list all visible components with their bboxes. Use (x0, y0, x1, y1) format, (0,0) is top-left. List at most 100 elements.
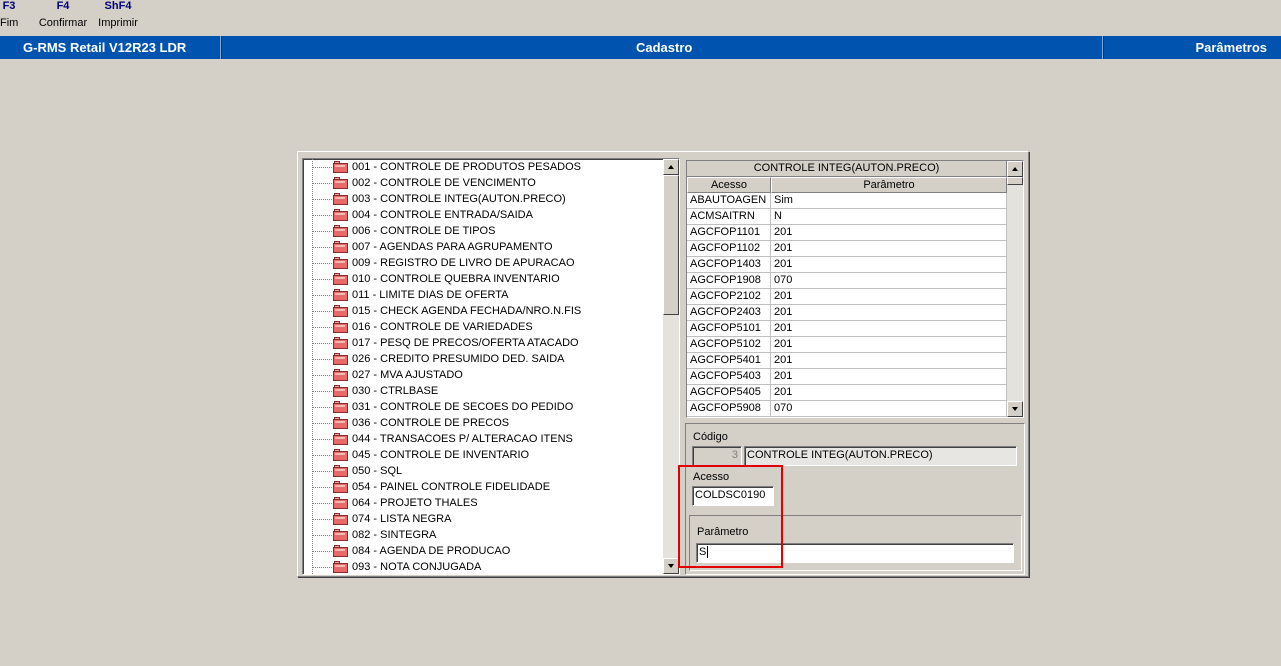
acesso-cell[interactable]: AGCFOP5101 (687, 321, 771, 337)
acesso-cell[interactable]: AGCFOP2102 (687, 289, 771, 305)
folder-icon (333, 161, 348, 173)
tree-item[interactable]: 030 - CTRLBASE (303, 383, 661, 399)
tree-item-label: 044 - TRANSACOES P/ ALTERACAO ITENS (352, 433, 573, 445)
parametro-cell[interactable]: 201 (771, 369, 1007, 385)
tree-item[interactable]: 084 - AGENDA DE PRODUCAO (303, 543, 661, 559)
acesso-cell[interactable]: AGCFOP1908 (687, 273, 771, 289)
parametro-cell[interactable]: 201 (771, 321, 1007, 337)
tree-item[interactable]: 002 - CONTROLE DE VENCIMENTO (303, 175, 661, 191)
tree-item-label: 050 - SQL (352, 465, 403, 477)
tree-item[interactable]: 044 - TRANSACOES P/ ALTERACAO ITENS (303, 431, 661, 447)
tree-item[interactable]: 074 - LISTA NEGRA (303, 511, 661, 527)
tree-item[interactable]: 016 - CONTROLE DE VARIEDADES (303, 319, 661, 335)
grid-row[interactable]: AGCFOP5403 201 (687, 369, 1007, 385)
acesso-cell[interactable]: AGCFOP1102 (687, 241, 771, 257)
acesso-cell[interactable]: ABAUTOAGEN (687, 193, 771, 209)
folder-icon (333, 529, 348, 541)
scroll-thumb[interactable] (663, 175, 679, 315)
parametro-cell[interactable]: 070 (771, 401, 1007, 417)
grid-row[interactable]: AGCFOP5101 201 (687, 321, 1007, 337)
parameter-tree[interactable]: 001 - CONTROLE DE PRODUTOS PESADOS 002 - … (302, 158, 680, 575)
scroll-down-button[interactable] (663, 558, 679, 574)
acesso-cell[interactable]: AGCFOP5908 (687, 401, 771, 417)
tree-item-label: 001 - CONTROLE DE PRODUTOS PESADOS (352, 161, 582, 173)
tree-item[interactable]: 009 - REGISTRO DE LIVRO DE APURACAO (303, 255, 661, 271)
tree-item-label: 064 - PROJETO THALES (352, 497, 478, 509)
shf4-key-action: Imprimir (98, 17, 138, 29)
tree-item[interactable]: 015 - CHECK AGENDA FECHADA/NRO.N.FIS (303, 303, 661, 319)
folder-icon (333, 321, 348, 333)
tree-item[interactable]: 027 - MVA AJUSTADO (303, 367, 661, 383)
parametro-cell[interactable]: 201 (771, 225, 1007, 241)
shf4-imprimir-key[interactable]: ShF4 Imprimir (96, 0, 140, 30)
scroll-down-button[interactable] (1007, 401, 1023, 417)
tree-item[interactable]: 031 - CONTROLE DE SECOES DO PEDIDO (303, 399, 661, 415)
grid-row[interactable]: ACMSAITRN N (687, 209, 1007, 225)
grid-scrollbar[interactable] (1007, 161, 1023, 417)
parametro-cell[interactable]: 201 (771, 257, 1007, 273)
acesso-cell[interactable]: ACMSAITRN (687, 209, 771, 225)
acesso-cell[interactable]: AGCFOP5401 (687, 353, 771, 369)
column-header-parametro[interactable]: Parâmetro (771, 177, 1007, 193)
tree-item[interactable]: 017 - PESQ DE PRECOS/OFERTA ATACADO (303, 335, 661, 351)
scroll-thumb[interactable] (1007, 177, 1023, 185)
folder-icon (333, 513, 348, 525)
tree-item[interactable]: 054 - PAINEL CONTROLE FIDELIDADE (303, 479, 661, 495)
grid-row[interactable]: AGCFOP1102 201 (687, 241, 1007, 257)
tree-item[interactable]: 010 - CONTROLE QUEBRA INVENTARIO (303, 271, 661, 287)
scroll-up-button[interactable] (663, 159, 679, 175)
acesso-cell[interactable]: AGCFOP2403 (687, 305, 771, 321)
folder-icon (333, 241, 348, 253)
grid-row[interactable]: AGCFOP1908 070 (687, 273, 1007, 289)
parametro-cell[interactable]: 201 (771, 385, 1007, 401)
acesso-cell[interactable]: AGCFOP1403 (687, 257, 771, 273)
grid-row[interactable]: AGCFOP5401 201 (687, 353, 1007, 369)
tree-item[interactable]: 093 - NOTA CONJUGADA (303, 559, 661, 574)
f3-fim-key[interactable]: F3 Fim (0, 0, 18, 30)
grid-row[interactable]: AGCFOP1101 201 (687, 225, 1007, 241)
grid-row[interactable]: AGCFOP5908 070 (687, 401, 1007, 417)
parametro-cell[interactable]: 070 (771, 273, 1007, 289)
codigo-label: Código (693, 431, 728, 443)
tree-item[interactable]: 011 - LIMITE DIAS DE OFERTA (303, 287, 661, 303)
tree-item[interactable]: 003 - CONTROLE INTEG(AUTON.PRECO) (303, 191, 661, 207)
acesso-cell[interactable]: AGCFOP5403 (687, 369, 771, 385)
scroll-up-button[interactable] (1007, 161, 1023, 177)
parametro-cell[interactable]: 201 (771, 289, 1007, 305)
acesso-cell[interactable]: AGCFOP5405 (687, 385, 771, 401)
acesso-cell[interactable]: AGCFOP1101 (687, 225, 771, 241)
f4-confirmar-key[interactable]: F4 Confirmar (38, 0, 88, 30)
grid-row[interactable]: AGCFOP5405 201 (687, 385, 1007, 401)
column-header-acesso[interactable]: Acesso (687, 177, 771, 193)
parametro-cell[interactable]: 201 (771, 337, 1007, 353)
tree-item[interactable]: 064 - PROJETO THALES (303, 495, 661, 511)
parameters-grid[interactable]: CONTROLE INTEG(AUTON.PRECO) Acesso Parâm… (686, 160, 1024, 418)
parametro-cell[interactable]: 201 (771, 353, 1007, 369)
grid-row[interactable]: ABAUTOAGEN Sim (687, 193, 1007, 209)
tree-scrollbar[interactable] (663, 159, 679, 574)
grid-row[interactable]: AGCFOP1403 201 (687, 257, 1007, 273)
tree-connector (312, 231, 334, 232)
tree-item[interactable]: 045 - CONTROLE DE INVENTARIO (303, 447, 661, 463)
tree-item[interactable]: 026 - CREDITO PRESUMIDO DED. SAIDA (303, 351, 661, 367)
tree-connector (312, 519, 334, 520)
folder-icon (333, 177, 348, 189)
grid-row[interactable]: AGCFOP2102 201 (687, 289, 1007, 305)
f4-key-label: F4 (56, 0, 70, 12)
tree-item[interactable]: 004 - CONTROLE ENTRADA/SAIDA (303, 207, 661, 223)
parametro-cell[interactable]: 201 (771, 305, 1007, 321)
parametro-cell[interactable]: 201 (771, 241, 1007, 257)
tree-item[interactable]: 036 - CONTROLE DE PRECOS (303, 415, 661, 431)
folder-icon (333, 385, 348, 397)
tree-item-label: 030 - CTRLBASE (352, 385, 439, 397)
tree-item[interactable]: 082 - SINTEGRA (303, 527, 661, 543)
tree-item[interactable]: 007 - AGENDAS PARA AGRUPAMENTO (303, 239, 661, 255)
parametro-cell[interactable]: N (771, 209, 1007, 225)
acesso-cell[interactable]: AGCFOP5102 (687, 337, 771, 353)
grid-row[interactable]: AGCFOP2403 201 (687, 305, 1007, 321)
parametro-cell[interactable]: Sim (771, 193, 1007, 209)
grid-row[interactable]: AGCFOP5102 201 (687, 337, 1007, 353)
tree-item[interactable]: 006 - CONTROLE DE TIPOS (303, 223, 661, 239)
tree-item[interactable]: 050 - SQL (303, 463, 661, 479)
tree-item[interactable]: 001 - CONTROLE DE PRODUTOS PESADOS (303, 159, 661, 175)
